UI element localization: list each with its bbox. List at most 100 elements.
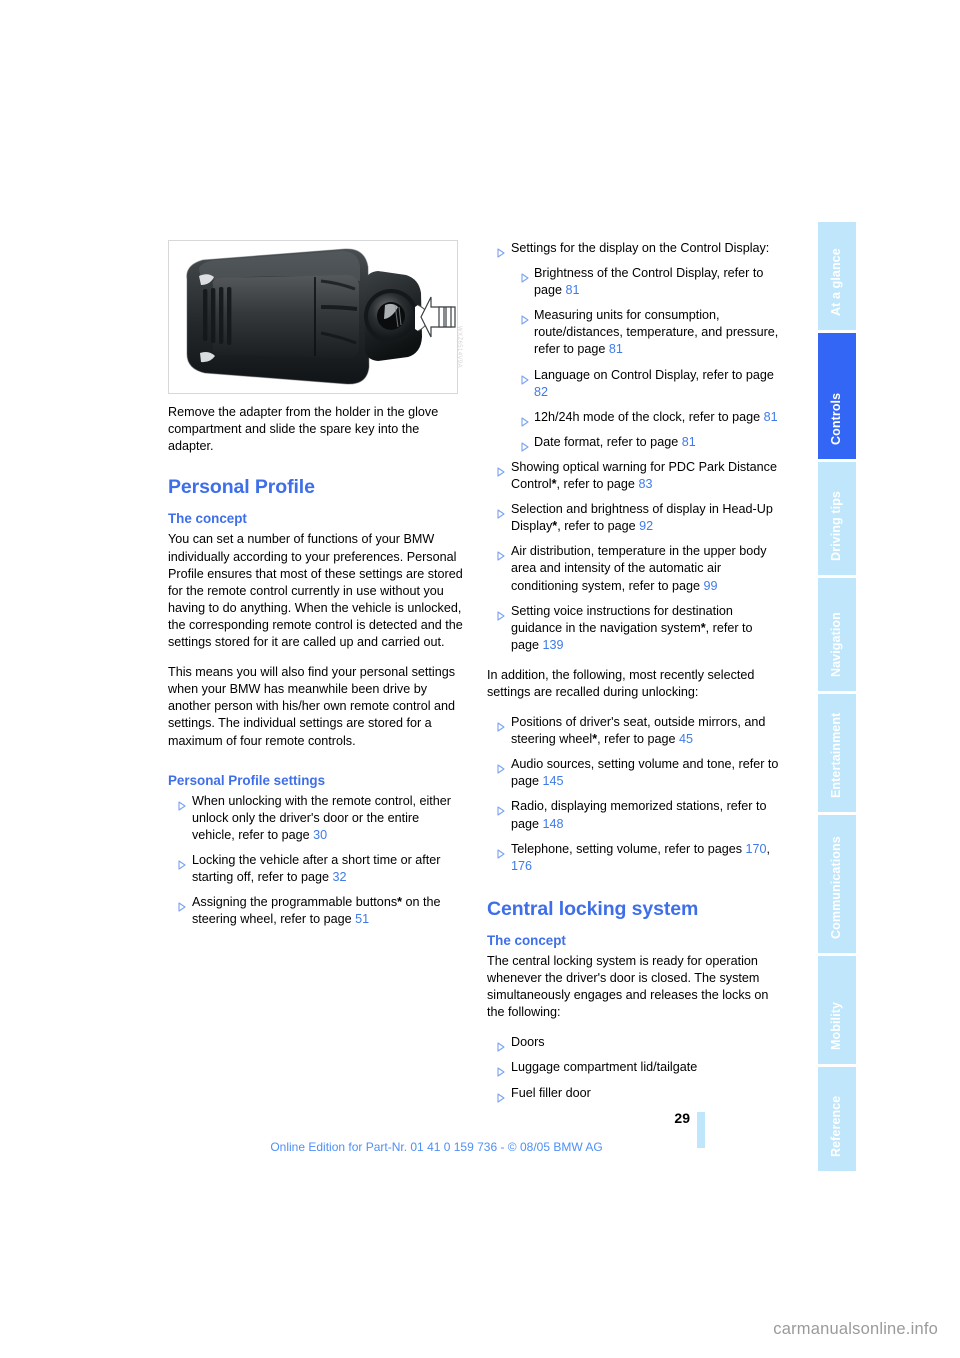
list-item-label: Luggage compartment lid/tailgate [511,1060,698,1075]
subheading-personal-profile-settings: Personal Profile settings [168,772,326,788]
list-item: Settings for the display on the Control … [487,240,782,452]
manual-page: At a glance Controls Driving tips Navigatio… [0,0,960,1358]
list-item-label: Radio, displaying memorized stations, re… [511,799,767,831]
page-reference-link[interactable]: 83 [638,477,652,491]
triangle-bullet-icon [489,504,505,519]
list-item: Setting voice instructions for destinati… [487,603,782,654]
list-item-label: Locking the vehicle after a short time o… [192,852,441,885]
key-adapter-figure [168,240,458,394]
list-item-label: Settings for the display on the Control … [511,241,770,255]
central-locking-items-list: Doors Luggage compartment lid/tailgate Fue… [487,1034,782,1103]
page-reference-link[interactable]: 99 [704,579,718,593]
list-item-label: Positions of driver's seat, outside mirr… [511,715,766,747]
page-reference-link[interactable]: 81 [566,283,580,297]
section-tab-controls[interactable]: Controls [818,333,856,459]
page-reference-link[interactable]: 30 [313,828,327,842]
triangle-bullet-icon [170,897,186,912]
list-item-label: Language on Control Display, refer to pa… [534,367,774,399]
page-reference-link[interactable]: 92 [639,519,653,533]
list-item: Luggage compartment lid/tailgate [487,1059,782,1078]
list-item: Telephone, setting volume, refer to page… [487,841,782,875]
edition-line: Online Edition for Part-Nr. 01 41 0 159 … [270,1140,603,1154]
page-reference-link[interactable]: 139 [543,638,564,652]
section-tab-reference[interactable]: Reference [818,1067,856,1171]
page-reference-link[interactable]: 148 [543,817,564,831]
triangle-bullet-icon [489,243,505,258]
triangle-bullet-icon [489,546,505,561]
section-tab-navigation[interactable]: Navigation [818,578,856,691]
optional-equipment-asterisk: * [700,620,706,635]
page-number: 29 [674,1110,690,1126]
central-concept-paragraph: The central locking system is ready for … [487,954,769,1020]
optional-equipment-asterisk: * [592,732,598,747]
list-item: Air distribution, temperature in the upp… [487,543,782,594]
triangle-bullet-icon [489,717,505,732]
section-tab-label: Driving tips [829,491,843,561]
list-item: Locking the vehicle after a short time o… [168,852,463,886]
list-item: Fuel filler door [487,1085,782,1103]
list-item: Selection and brightness of display in H… [487,501,782,535]
page-reference-link[interactable]: 82 [534,385,548,399]
section-title-personal-profile: Personal Profile [168,476,315,499]
list-item: Showing optical warning for PDC Park Dis… [487,459,782,493]
page-reference-link[interactable]: 81 [609,342,623,356]
triangle-bullet-icon [513,437,529,452]
list-item-label: Showing optical warning for PDC Park Dis… [511,459,777,492]
optional-equipment-asterisk: * [552,519,558,534]
section-tab-label: Controls [829,392,843,445]
section-tab-at-a-glance[interactable]: At a glance [818,222,856,330]
triangle-bullet-icon [489,606,505,621]
page-reference-link[interactable]: 32 [332,870,346,884]
section-tab-label: At a glance [829,248,843,316]
list-item-label: When unlocking with the remote control, … [192,793,452,842]
section-tab-entertainment[interactable]: Entertainment [818,694,856,812]
triangle-bullet-icon [489,759,505,774]
page-reference-link[interactable]: 170 [746,842,767,856]
subheading-the-concept: The concept [168,511,247,527]
section-tab-label: Entertainment [829,712,843,798]
section-tab-label: Communications [829,836,843,939]
list-item-label: Doors [511,1035,545,1050]
figure-reference-code: WXZ6514V9A [456,326,462,369]
page-reference-link[interactable]: 45 [679,732,693,746]
display-settings-sublist: Brightness of the Control Display, refer… [511,265,782,452]
optional-equipment-asterisk: * [551,477,557,492]
list-item: Assigning the programmable buttons* on t… [168,894,463,928]
list-item-label: Selection and brightness of display in H… [511,502,773,534]
triangle-bullet-icon [489,1062,505,1078]
page-reference-link[interactable]: 81 [764,410,778,424]
additional-settings-list: Showing optical warning for PDC Park Dis… [487,459,782,654]
page-reference-link[interactable]: 176 [511,859,532,873]
triangle-bullet-icon [170,855,186,870]
page-reference-link[interactable]: 51 [355,912,369,926]
list-item-label: Fuel filler door [511,1085,591,1100]
section-tab-driving-tips[interactable]: Driving tips [818,462,856,575]
list-item: Doors [487,1034,782,1052]
triangle-bullet-icon [489,1037,505,1052]
list-item-label: Air distribution, temperature in the upp… [511,544,767,593]
list-item: 12h/24h mode of the clock, refer to page… [511,409,782,427]
section-tab-label: Reference [829,1095,843,1157]
section-tab-mobility[interactable]: Mobility [818,956,856,1064]
personal-profile-settings-list: When unlocking with the remote control, … [168,793,463,929]
section-tab-label: Navigation [829,612,843,677]
subheading-central-concept: The concept [487,932,566,948]
list-item: Positions of driver's seat, outside mirr… [487,714,782,748]
page-reference-link[interactable]: 145 [543,774,564,788]
section-tab-rail: At a glance Controls Driving tips Navigatio… [818,222,856,1171]
concept-paragraph-2: This means you will also find your perso… [168,665,456,748]
page-reference-link[interactable]: 81 [682,435,696,449]
list-item: Measuring units for consumption, route/d… [511,307,782,358]
section-title-central-locking: Central locking system [487,897,699,920]
section-tab-communications[interactable]: Communications [818,815,856,953]
recalled-settings-list: Positions of driver's seat, outside mirr… [487,714,782,875]
list-item-label: Measuring units for consumption, route/d… [534,308,779,357]
list-item-label: Audio sources, setting volume and tone, … [511,757,779,789]
list-item: Audio sources, setting volume and tone, … [487,756,782,790]
triangle-bullet-icon [489,801,505,816]
list-item-label: Assigning the programmable buttons* on t… [192,895,441,927]
left-text-column: Remove the adapter from the holder in th… [168,404,463,928]
list-item-label: Telephone, setting volume, refer to page… [511,841,771,873]
triangle-bullet-icon [513,412,529,427]
list-item: Brightness of the Control Display, refer… [511,265,782,299]
